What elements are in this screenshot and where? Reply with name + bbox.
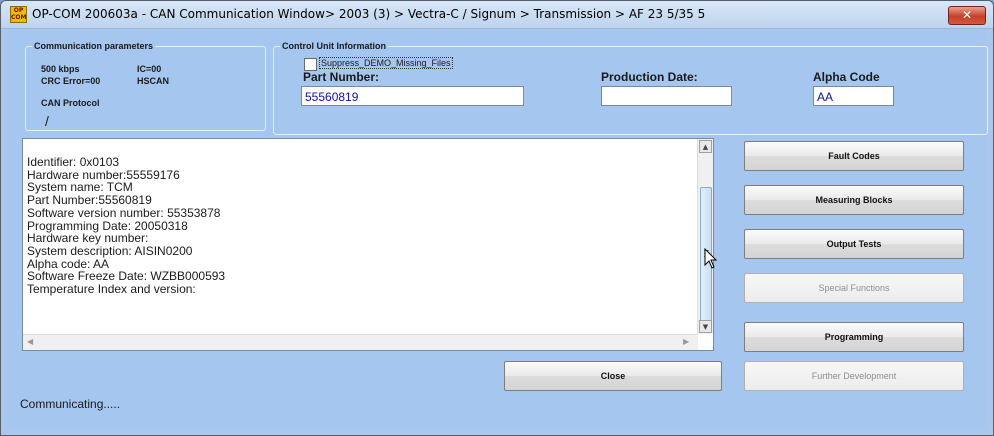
programming-button[interactable]: Programming: [744, 322, 964, 352]
ic-counter-text: IC=00: [137, 64, 162, 74]
scroll-right-icon[interactable]: ▶: [683, 337, 689, 346]
info-line: Part Number:55560819: [27, 193, 152, 208]
scroll-left-icon[interactable]: ◀: [27, 337, 33, 346]
control-unit-information-group: Control Unit Information Suppress_DEMO_M…: [273, 41, 988, 135]
part-number-field[interactable]: 55560819: [301, 86, 524, 106]
further-development-button[interactable]: Further Development: [744, 361, 964, 391]
fault-codes-button[interactable]: Fault Codes: [744, 141, 964, 171]
baud-rate-text: 500 kbps: [41, 64, 80, 74]
scroll-down-icon[interactable]: ▼: [699, 320, 712, 333]
part-number-label: Part Number:: [303, 70, 380, 84]
activity-indicator: /: [45, 113, 49, 129]
mouse-cursor-icon: [704, 248, 718, 269]
ecu-info-memo[interactable]: Identifier: 0x0103 Hardware number:55559…: [22, 138, 714, 351]
production-date-label: Production Date:: [601, 70, 698, 84]
info-line: Identifier: 0x0103: [27, 155, 120, 169]
crc-error-text: CRC Error=00: [41, 76, 101, 86]
suppress-demo-label[interactable]: Suppress_DEMO_Missing_Files: [319, 57, 453, 69]
communication-parameters-group: Communication parameters 500 kbps IC=00 …: [25, 41, 266, 131]
scroll-up-icon[interactable]: ▲: [699, 140, 712, 153]
bus-type-text: HSCAN: [137, 76, 170, 86]
window-close-button[interactable]: ✕: [948, 6, 986, 25]
opcom-app-icon: OP COM: [10, 6, 27, 23]
client-area: Communication parameters 500 kbps IC=00 …: [8, 29, 988, 429]
ecu-info-text: Identifier: 0x0103 Hardware number:55559…: [27, 156, 695, 296]
can-protocol-label: CAN Protocol: [41, 98, 100, 108]
info-line: System description: AISIN0200: [27, 243, 193, 258]
output-tests-button[interactable]: Output Tests: [744, 229, 964, 259]
close-button[interactable]: Close: [504, 361, 722, 391]
alpha-code-field[interactable]: AA: [813, 86, 894, 106]
info-line: Software version number: 55353878: [27, 205, 221, 220]
horizontal-scrollbar[interactable]: ◀ ▶: [23, 334, 698, 350]
production-date-field[interactable]: [601, 86, 732, 106]
communication-parameters-legend: Communication parameters: [32, 41, 156, 52]
measuring-blocks-button[interactable]: Measuring Blocks: [744, 185, 964, 215]
window-title: OP-COM 200603a - CAN Communication Windo…: [32, 7, 706, 21]
status-text: Communicating.....: [20, 397, 121, 411]
special-functions-button[interactable]: Special Functions: [744, 273, 964, 303]
opcom-window: OP COM OP-COM 200603a - CAN Communication…: [0, 0, 994, 436]
title-bar[interactable]: OP COM OP-COM 200603a - CAN Communication…: [1, 1, 993, 29]
vertical-scrollbar[interactable]: ▲ ▼: [697, 139, 713, 334]
control-unit-information-legend: Control Unit Information: [280, 41, 388, 52]
close-icon: ✕: [961, 8, 973, 22]
alpha-code-label: Alpha Code: [813, 70, 880, 84]
info-line: Temperature Index and version:: [27, 282, 196, 297]
